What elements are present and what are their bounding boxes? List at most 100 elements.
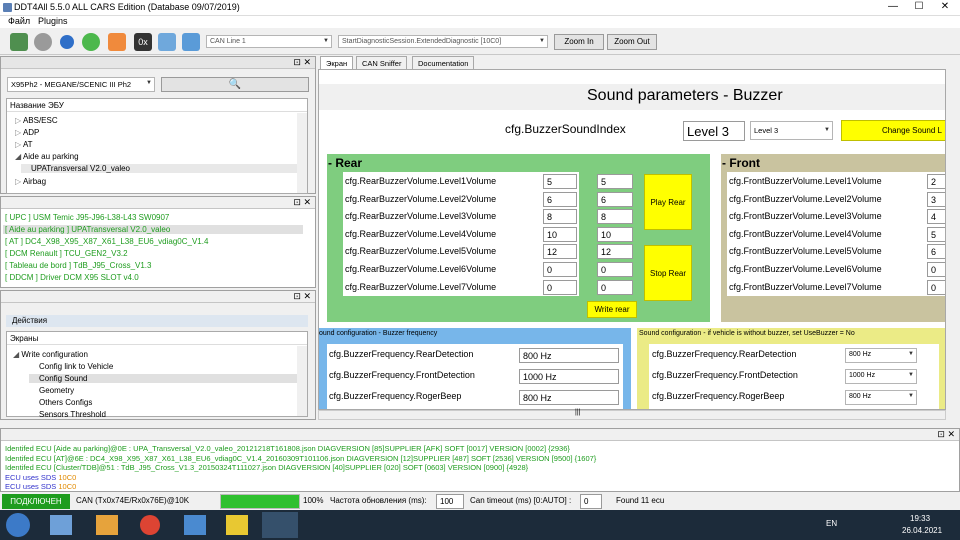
- frequency-select-value: 800 Hz: [849, 393, 872, 400]
- tree-item-at[interactable]: ▷ AT: [15, 140, 33, 149]
- buzzer-sound-index-label: cfg.BuzzerSoundIndex: [505, 122, 626, 136]
- settings-icon[interactable]: [34, 33, 52, 51]
- log-extra: 10C0: [58, 472, 77, 482]
- heart-icon[interactable]: [108, 33, 126, 51]
- tree-item-adp[interactable]: ▷ ADP: [15, 128, 39, 137]
- tree-item-write-config[interactable]: ◢ Write configuration: [13, 350, 88, 359]
- can-info: CAN (Tx0x74E/Rx0x76E)@10K: [76, 496, 190, 505]
- sound-level-select[interactable]: Level 3 ▼: [750, 121, 833, 140]
- network-icon[interactable]: [158, 33, 176, 51]
- search-icon: 🔍: [228, 79, 242, 90]
- rear-volume-value: 12: [543, 244, 577, 260]
- actions-tab[interactable]: Действия: [6, 315, 308, 327]
- tree-item-sensors-threshold[interactable]: Sensors Threshold: [39, 410, 106, 419]
- frequency-select[interactable]: 800 Hz ▼: [845, 348, 917, 363]
- refresh-rate-input[interactable]: 100: [436, 494, 464, 509]
- rear-volume-label: cfg.RearBuzzerVolume.Level5Volume: [345, 246, 497, 257]
- chevron-down-icon: ▼: [323, 38, 329, 44]
- panel-controls-icon[interactable]: ⊡ ✕: [293, 57, 311, 68]
- hex-icon[interactable]: 0x: [134, 33, 152, 51]
- menu-plugins[interactable]: Plugins: [38, 16, 68, 26]
- ddt4all-task-icon[interactable]: [262, 512, 298, 538]
- can-line-select[interactable]: CAN Line 1 ▼: [206, 35, 332, 48]
- minimize-button[interactable]: —: [880, 1, 906, 13]
- front-volume-value: 6: [927, 244, 945, 260]
- tab-screen[interactable]: Экран: [320, 56, 354, 69]
- ecu-list-item[interactable]: [ DDCM ] Driver DCM X95 SLOT v4.0: [5, 273, 139, 282]
- scrollbar[interactable]: [297, 346, 307, 416]
- tree-item-airbag[interactable]: ▷ Airbag: [15, 177, 46, 186]
- app-check-icon[interactable]: [226, 515, 248, 535]
- session-select[interactable]: StartDiagnosticSession.ExtendedDiagnosti…: [338, 35, 548, 48]
- can-timeout-input[interactable]: 0: [580, 494, 602, 509]
- ecu-list-item[interactable]: [ Tableau de bord ] TdB_J95_Cross_V1.3: [5, 261, 151, 270]
- progress-fill: [221, 495, 299, 508]
- maximize-button[interactable]: ☐: [906, 1, 932, 13]
- rear-volume-input[interactable]: 6: [597, 191, 633, 207]
- ecu-list-item[interactable]: [ DCM Renault ] TCU_GEN2_V3.2: [5, 249, 128, 258]
- tree-item-others-configs[interactable]: Others Configs: [39, 398, 92, 407]
- panel-controls-icon[interactable]: ⊡ ✕: [293, 197, 311, 208]
- close-button[interactable]: ✕: [932, 1, 958, 13]
- menu-file[interactable]: Файл: [8, 16, 30, 26]
- log-panel: ⊡ ✕ Identifed ECU [Aide au parking]@0E :…: [0, 428, 960, 492]
- folder-icon[interactable]: [96, 515, 118, 535]
- rear-volume-input[interactable]: 12: [597, 244, 633, 260]
- horizontal-scrollbar[interactable]: |||: [318, 409, 946, 420]
- stop-rear-button[interactable]: Stop Rear: [644, 245, 692, 301]
- rear-title: - Rear: [328, 156, 363, 170]
- frequency-label: cfg.BuzzerFrequency.RearDetection: [652, 349, 797, 359]
- sniffer-icon[interactable]: [182, 33, 200, 51]
- rear-volume-value: 0: [543, 262, 577, 277]
- scrollbar[interactable]: [297, 113, 307, 193]
- front-volume-label: cfg.FrontBuzzerVolume.Level1Volume: [729, 176, 882, 186]
- tree-item-abs[interactable]: ▷ ABS/ESC: [15, 116, 58, 125]
- write-rear-button[interactable]: Write rear: [587, 301, 637, 318]
- ecu-list-item-selected[interactable]: [ Aide au parking ] UPATransversal V2.0_…: [3, 225, 303, 234]
- tree-item-config-link[interactable]: Config link to Vehicle: [39, 362, 113, 371]
- front-volume-label: cfg.FrontBuzzerVolume.Level3Volume: [729, 211, 882, 222]
- screens-header: Экраны: [7, 332, 307, 345]
- ecu-list-item[interactable]: [ UPC ] USM Temic J95-J96-L38-L43 SW0907: [5, 213, 169, 222]
- log-text: Identifed ECU [Aide au parking]@0E : UPA…: [5, 444, 570, 453]
- panel-controls-icon[interactable]: ⊡ ✕: [937, 429, 955, 440]
- tree-item-aide-parking[interactable]: ◢ Aide au parking: [15, 152, 79, 161]
- log-line: ECU uses SDS 10C0: [5, 482, 76, 491]
- ecu-browser-panel: ⊡ ✕ X95Ph2 - MEGANE/SCENIC III Ph2 ▼ 🔍 На…: [0, 56, 316, 194]
- language-indicator[interactable]: EN: [826, 519, 837, 528]
- ecu-list-item[interactable]: [ AT ] DC4_X98_X95_X87_X61_L38_EU6_vdiag…: [5, 237, 208, 246]
- panel-controls-icon[interactable]: ⊡ ✕: [293, 291, 311, 302]
- rear-volume-input[interactable]: 0: [597, 279, 633, 295]
- rear-volume-input[interactable]: 10: [597, 226, 633, 242]
- vehicle-select[interactable]: X95Ph2 - MEGANE/SCENIC III Ph2 ▼: [7, 77, 155, 92]
- zoom-out-button[interactable]: Zoom Out: [607, 34, 657, 50]
- rear-volume-input[interactable]: 8: [597, 209, 633, 225]
- app-icon: [3, 3, 12, 12]
- clock-time: 19:33: [910, 514, 931, 523]
- change-sound-button[interactable]: Change Sound L: [841, 120, 945, 141]
- tab-documentation[interactable]: Documentation: [412, 56, 475, 69]
- play-rear-button[interactable]: Play Rear: [644, 174, 692, 230]
- frequency-label: cfg.BuzzerFrequency.FrontDetection: [652, 370, 798, 380]
- connect-icon[interactable]: [10, 33, 28, 51]
- remote-icon[interactable]: [184, 515, 206, 535]
- rear-volume-label: cfg.RearBuzzerVolume.Level3Volume: [345, 211, 497, 222]
- explorer-icon[interactable]: [50, 515, 72, 535]
- rear-volume-label: cfg.RearBuzzerVolume.Level2Volume: [345, 193, 497, 204]
- rear-volume-input[interactable]: 0: [597, 262, 633, 277]
- zoom-in-button[interactable]: Zoom In: [554, 34, 604, 50]
- start-button[interactable]: [6, 513, 30, 537]
- tree-item-config-sound[interactable]: Config Sound: [29, 374, 297, 383]
- panel-header: ⊡ ✕: [1, 429, 959, 441]
- rear-volume-input[interactable]: 5: [597, 174, 633, 189]
- chrome-icon[interactable]: [140, 515, 160, 535]
- tree-item-geometry[interactable]: Geometry: [39, 386, 74, 395]
- tree-item-upa[interactable]: UPATransversal V2.0_valeo: [21, 164, 297, 173]
- ecu-search-button[interactable]: 🔍: [161, 77, 309, 92]
- frequency-select[interactable]: 1000 Hz ▼: [845, 369, 917, 384]
- scan-icon[interactable]: [82, 33, 100, 51]
- freq-left-section: ound configuration - Buzzer frequency cf…: [319, 328, 631, 409]
- frequency-select[interactable]: 800 Hz ▼: [845, 390, 917, 405]
- refresh-icon[interactable]: [60, 35, 74, 49]
- tab-can-sniffer[interactable]: CAN Sniffer: [356, 56, 408, 69]
